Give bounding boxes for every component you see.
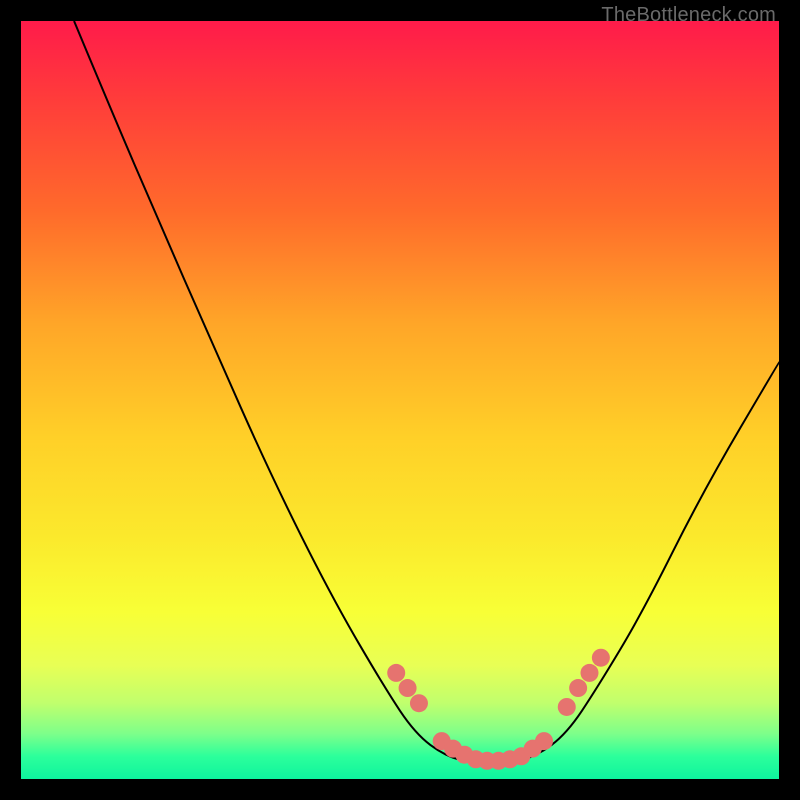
highlight-dot bbox=[410, 694, 428, 712]
highlight-dot bbox=[592, 649, 610, 667]
highlight-dot bbox=[569, 679, 587, 697]
highlight-dot bbox=[581, 664, 599, 682]
highlight-dot bbox=[558, 698, 576, 716]
plot-area bbox=[21, 21, 779, 779]
chart-svg bbox=[21, 21, 779, 779]
bottleneck-curve bbox=[74, 21, 779, 764]
highlight-dot bbox=[399, 679, 417, 697]
highlight-dots-group bbox=[387, 649, 610, 770]
chart-frame: TheBottleneck.com bbox=[0, 0, 800, 800]
watermark-text: TheBottleneck.com bbox=[601, 4, 776, 27]
highlight-dot bbox=[535, 732, 553, 750]
highlight-dot bbox=[387, 664, 405, 682]
